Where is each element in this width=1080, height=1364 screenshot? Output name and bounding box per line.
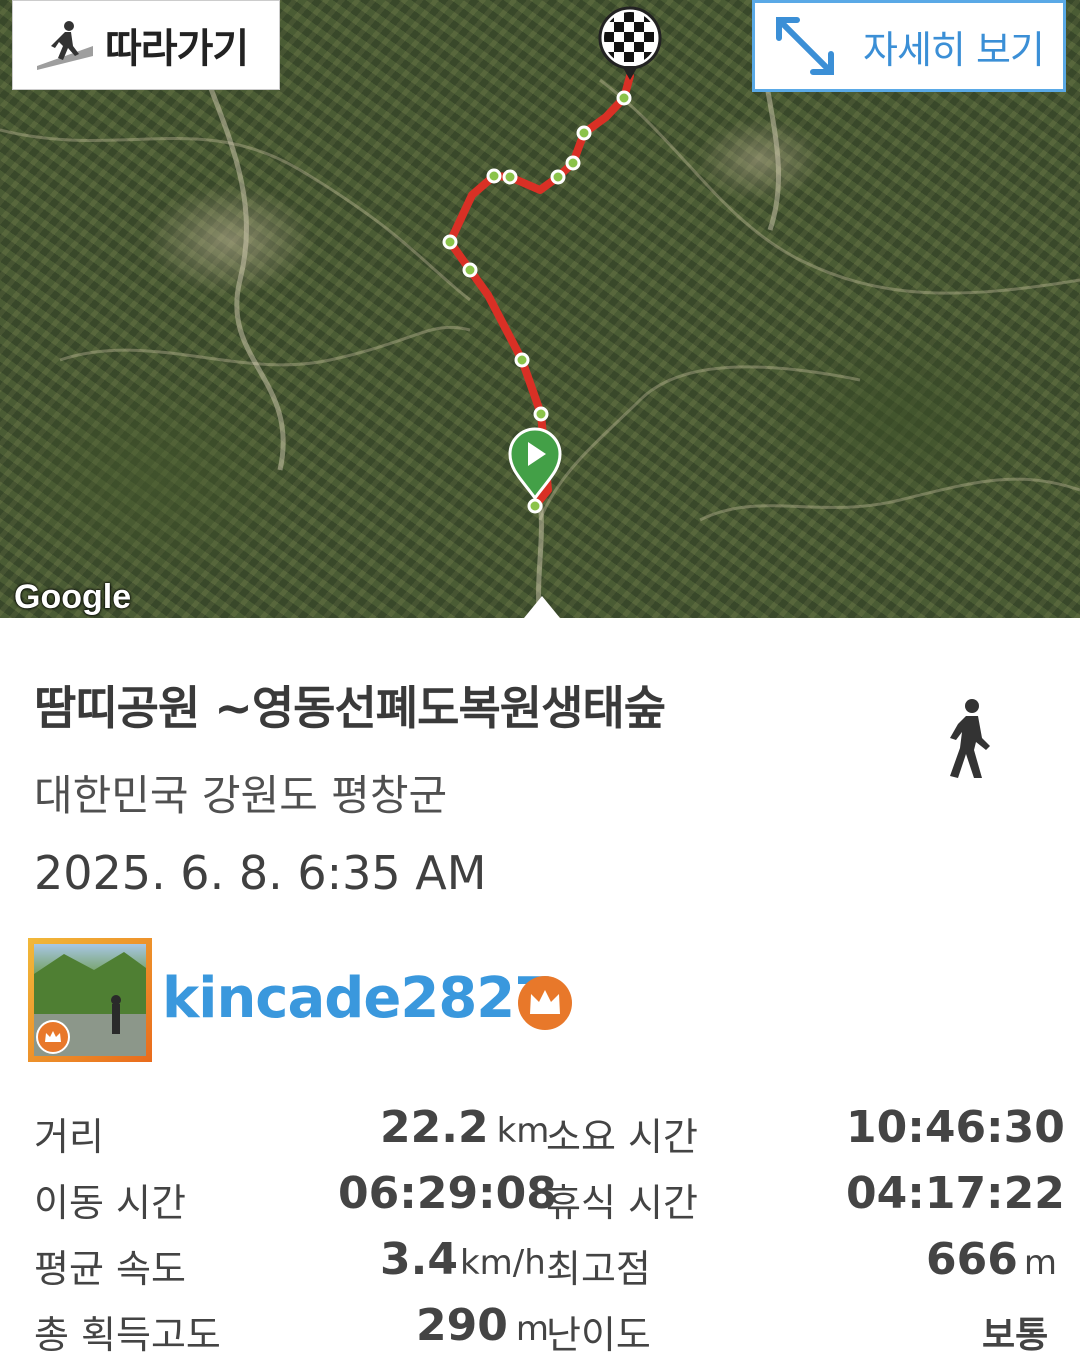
stat-max-altitude-value: 666 m bbox=[926, 1234, 1057, 1285]
username-link[interactable]: kincade2827 bbox=[162, 966, 553, 1031]
map-view[interactable]: 따라가기 자세히 보기 Google bbox=[0, 0, 1080, 618]
track-location: 대한민국 강원도 평창군 bbox=[34, 771, 448, 820]
crown-badge-small-icon bbox=[36, 1020, 70, 1054]
stat-rest-time-label: 휴식 시간 bbox=[546, 1181, 698, 1225]
panel-pointer bbox=[524, 596, 560, 618]
crown-badge-icon bbox=[518, 976, 572, 1030]
stat-moving-time-value: 06:29:08 bbox=[338, 1168, 557, 1219]
start-marker-icon[interactable] bbox=[508, 427, 562, 501]
stat-difficulty-label: 난이도 bbox=[546, 1313, 651, 1357]
expand-arrows-icon bbox=[776, 17, 834, 75]
stat-distance-value: 22.2 km bbox=[380, 1102, 550, 1153]
stat-rest-time-value: 04:17:22 bbox=[846, 1168, 1065, 1219]
detail-view-button[interactable]: 자세히 보기 bbox=[752, 0, 1066, 92]
stat-total-ascent-label: 총 획득고도 bbox=[34, 1313, 221, 1357]
follow-button-label: 따라가기 bbox=[105, 26, 249, 72]
route-overlay bbox=[0, 6, 1080, 618]
google-attribution: Google bbox=[14, 578, 132, 616]
stat-total-time-label: 소요 시간 bbox=[546, 1115, 698, 1159]
valley-lines bbox=[197, 39, 782, 618]
walking-person-icon bbox=[950, 699, 990, 778]
stat-max-altitude-label: 최고점 bbox=[546, 1247, 651, 1291]
stat-moving-time-label: 이동 시간 bbox=[34, 1181, 186, 1225]
follow-button[interactable]: 따라가기 bbox=[12, 0, 280, 90]
stat-distance-label: 거리 bbox=[34, 1115, 104, 1159]
track-datetime: 2025. 6. 8. 6:35 AM bbox=[34, 846, 487, 900]
finish-flag-icon[interactable] bbox=[598, 6, 662, 80]
hiker-walking-icon bbox=[37, 21, 93, 70]
avatar[interactable] bbox=[28, 938, 152, 1062]
stat-avg-speed-value: 3.4km/h bbox=[380, 1234, 546, 1285]
stat-total-ascent-value: 290 m bbox=[416, 1300, 549, 1351]
stat-difficulty-value: 보통 bbox=[982, 1315, 1049, 1356]
detail-view-label: 자세히 보기 bbox=[863, 27, 1045, 72]
stat-avg-speed-label: 평균 속도 bbox=[34, 1247, 186, 1291]
avatar-photo bbox=[34, 944, 146, 1056]
track-title: 땀띠공원 ~영동선폐도복원생태숲 bbox=[34, 681, 666, 735]
stat-total-time-value: 10:46:30 bbox=[846, 1102, 1065, 1153]
